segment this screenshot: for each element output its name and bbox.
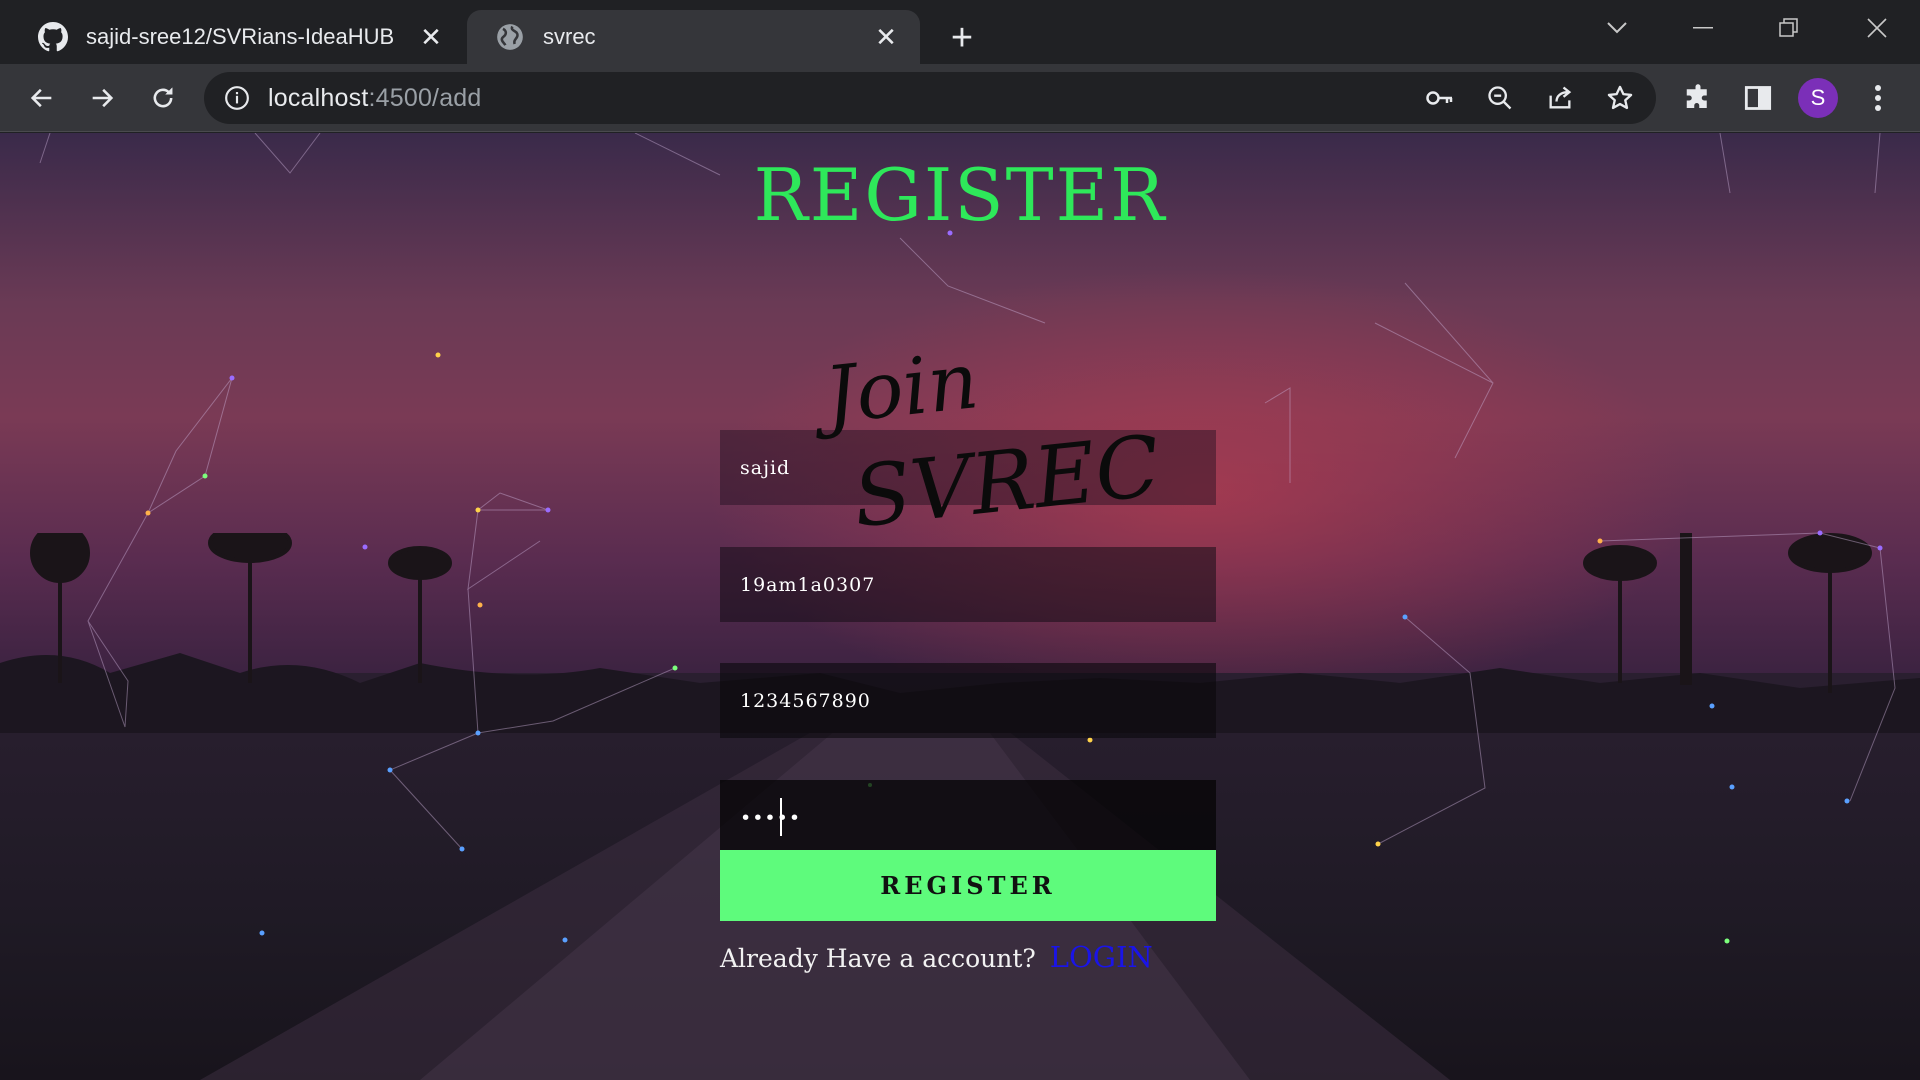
side-panel-icon[interactable] <box>1736 76 1780 120</box>
brand-logo: Join SVREC <box>821 329 1165 547</box>
restore-button[interactable] <box>1746 0 1832 56</box>
tab-title: sajid-sree12/SVRians-IdeaHUB <box>86 24 395 49</box>
extensions-icon[interactable] <box>1676 76 1720 120</box>
close-window-button[interactable] <box>1834 0 1920 56</box>
roll-number-field-wrapper <box>720 547 1216 622</box>
github-icon <box>38 22 68 52</box>
menu-kebab-icon[interactable] <box>1856 76 1900 120</box>
bookmark-star-icon[interactable] <box>1600 78 1640 118</box>
close-tab-icon[interactable]: ✕ <box>870 21 902 53</box>
profile-avatar[interactable]: S <box>1796 76 1840 120</box>
login-link[interactable]: LOGIN <box>1050 940 1153 974</box>
back-button[interactable] <box>20 76 64 120</box>
page-title: REGISTER <box>753 153 1167 237</box>
tab-title: svrec <box>543 24 596 49</box>
phone-input[interactable] <box>720 663 1216 738</box>
page-viewport: REGISTER Join SVREC REGISTER Already Hav… <box>0 133 1920 1080</box>
new-tab-button[interactable]: + <box>940 16 984 60</box>
zoom-out-icon[interactable] <box>1480 78 1520 118</box>
key-icon[interactable] <box>1420 78 1460 118</box>
reload-button[interactable] <box>141 76 185 120</box>
minimize-button[interactable] <box>1660 0 1746 56</box>
tab-search-icon[interactable] <box>1574 0 1660 56</box>
password-input[interactable] <box>720 780 1216 855</box>
tab-strip: sajid-sree12/SVRians-IdeaHUB ✕ svrec ✕ + <box>0 0 1920 64</box>
url-text: localhost:4500/add <box>268 83 482 112</box>
address-bar[interactable]: localhost:4500/add <box>204 72 1656 124</box>
tab-svrec[interactable]: svrec ✕ <box>467 10 920 64</box>
roll-number-input[interactable] <box>720 547 1216 622</box>
close-tab-icon[interactable]: ✕ <box>415 21 447 53</box>
browser-toolbar: localhost:4500/add S <box>0 64 1920 132</box>
forward-button[interactable] <box>80 76 124 120</box>
brand-line-2: SVREC <box>848 416 1165 547</box>
text-caret <box>780 798 782 836</box>
password-field-wrapper <box>720 780 1216 855</box>
login-prompt: Already Have a account? <box>720 944 1036 973</box>
globe-icon <box>495 22 525 52</box>
avatar: S <box>1798 78 1838 118</box>
share-icon[interactable] <box>1540 78 1580 118</box>
register-button[interactable]: REGISTER <box>720 850 1216 921</box>
login-prompt-line: Already Have a account? LOGIN <box>720 940 1240 974</box>
tab-github[interactable]: sajid-sree12/SVRians-IdeaHUB ✕ <box>10 10 465 64</box>
phone-field-wrapper <box>720 663 1216 738</box>
site-info-icon[interactable] <box>222 83 252 113</box>
